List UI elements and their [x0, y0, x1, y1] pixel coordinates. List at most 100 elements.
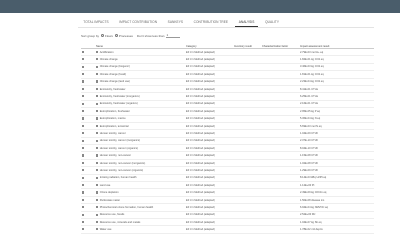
sort-label: Sort group by	[81, 33, 100, 38]
expand-checkbox[interactable]	[82, 176, 85, 179]
row-checkbox[interactable]	[96, 146, 99, 150]
table-row[interactable]: Human toxicity, non-cancer (inorganics) E…	[81, 159, 374, 168]
cutoff-input[interactable]: 1	[166, 33, 181, 38]
table-row[interactable]: Human toxicity, non-cancer (organics) EF …	[81, 166, 374, 175]
row-checkbox[interactable]	[96, 139, 99, 142]
expand-checkbox[interactable]	[82, 146, 85, 150]
table-row[interactable]: Particulate matter EF 3.1 Method (adapted…	[81, 196, 374, 205]
expand-checkbox[interactable]	[82, 95, 85, 98]
row-inventory	[233, 181, 261, 190]
row-checkbox[interactable]	[96, 220, 99, 224]
row-checkbox[interactable]	[96, 117, 99, 120]
row-checkbox[interactable]	[96, 169, 99, 172]
row-checkbox[interactable]	[96, 102, 99, 105]
row-checkbox[interactable]	[96, 198, 99, 201]
row-result: 1.29E-09 CTUh	[299, 166, 374, 175]
expand-checkbox[interactable]	[82, 220, 85, 224]
table-row[interactable]: Ecotoxicity, freshwater EF 3.1 Method (ad…	[81, 85, 374, 94]
row-checkbox[interactable]	[96, 132, 99, 135]
tab-impact-contribution[interactable]: IMPACT CONTRIBUTION	[114, 18, 162, 26]
row-checkbox[interactable]	[96, 161, 99, 164]
table-row[interactable]: Ozone depletion EF 3.1 Method (adapted) 2.…	[81, 188, 374, 197]
table-row[interactable]: Land use EF 3.1 Method (adapted) 1.12E+00 …	[81, 181, 374, 190]
expand-checkbox[interactable]	[82, 80, 85, 83]
row-name-label: Human toxicity, cancer	[99, 131, 126, 135]
tab-analysis[interactable]: ANALYSIS	[233, 18, 259, 27]
row-name-label: Land use	[99, 183, 111, 187]
tab-contribution-tree[interactable]: CONTRIBUTION TREE	[188, 18, 233, 26]
row-checkbox[interactable]	[96, 206, 99, 209]
table-row[interactable]: Ecotoxicity, freshwater (inorganics) EF 3…	[81, 92, 374, 101]
expand-checkbox[interactable]	[82, 213, 85, 216]
expand-checkbox[interactable]	[82, 73, 85, 76]
row-checkbox[interactable]	[96, 87, 99, 91]
table-row[interactable]: Ecotoxicity, freshwater (organics) EF 3.1…	[81, 100, 374, 109]
expand-checkbox[interactable]	[82, 117, 85, 120]
expand-checkbox[interactable]	[82, 102, 85, 105]
row-name-label: Ozone depletion	[99, 191, 119, 195]
row-checkbox[interactable]	[96, 80, 99, 83]
row-checkbox[interactable]	[96, 154, 99, 157]
expand-checkbox[interactable]	[82, 65, 85, 68]
flows-radio[interactable]	[101, 34, 105, 37]
expand-checkbox[interactable]	[82, 110, 85, 113]
row-checkbox[interactable]	[96, 124, 99, 127]
row-result: 1.15E-08 CTUh	[299, 151, 374, 160]
row-characterization	[261, 55, 299, 64]
expand-checkbox[interactable]	[82, 139, 85, 142]
table-row[interactable]: Resource use, minerals and metals EF 3.1 …	[81, 218, 374, 227]
expand-checkbox[interactable]	[82, 191, 85, 194]
row-name-label: Eutrophication, marine	[99, 117, 126, 121]
table-row[interactable]: Eutrophication, terrestrial EF 3.1 Method…	[81, 122, 374, 131]
row-name-label: Particulate matter	[99, 198, 121, 202]
table-row[interactable]: Eutrophication, freshwater EF 3.1 Method …	[81, 107, 374, 116]
table-row[interactable]: Human toxicity, cancer (organics) EF 3.1 …	[81, 144, 374, 153]
row-name: Climate change (biogenic)	[95, 63, 185, 72]
row-checkbox[interactable]	[96, 213, 99, 216]
table-row[interactable]: Human toxicity, cancer (inorganics) EF 3.…	[81, 137, 374, 146]
table-row[interactable]: Human toxicity, non-cancer EF 3.1 Method …	[81, 151, 374, 160]
expand-checkbox[interactable]	[82, 50, 85, 54]
expand-checkbox[interactable]	[82, 87, 85, 91]
row-name: Acidification	[95, 48, 185, 57]
table-row[interactable]: Climate change (fossil) EF 3.1 Method (ad…	[81, 70, 374, 79]
table-row[interactable]: Climate change (biogenic) EF 3.1 Method (…	[81, 63, 374, 72]
expand-checkbox[interactable]	[82, 154, 85, 157]
expand-checkbox[interactable]	[82, 206, 85, 209]
tab-total-impacts[interactable]: TOTAL IMPACTS	[78, 18, 114, 26]
table-row[interactable]: Climate change (land use) EF 3.1 Method (…	[81, 78, 374, 86]
tab-quality[interactable]: QUALITY	[260, 18, 285, 26]
row-checkbox[interactable]	[96, 50, 99, 54]
processes-label: Processes	[118, 33, 133, 38]
expand-checkbox[interactable]	[82, 169, 85, 172]
expand-checkbox[interactable]	[82, 132, 85, 135]
row-checkbox[interactable]	[96, 176, 99, 179]
expand-checkbox[interactable]	[82, 183, 85, 187]
processes-radio[interactable]	[114, 34, 118, 37]
row-checkbox[interactable]	[96, 110, 99, 113]
row-checkbox[interactable]	[96, 183, 99, 187]
table-row[interactable]: Acidification EF 3.1 Method (adapted) 2.79…	[81, 48, 374, 57]
row-name-label: Climate change (biogenic)	[99, 65, 130, 69]
tab-sankeys[interactable]: SANKEYS	[162, 18, 188, 26]
expand-checkbox[interactable]	[82, 124, 85, 127]
row-expand-cell	[81, 48, 95, 57]
expand-checkbox[interactable]	[82, 58, 85, 61]
table-row[interactable]: Water use EF 3.1 Method (adapted) 1.78E-02…	[81, 225, 374, 234]
table-row[interactable]: Human toxicity, cancer EF 3.1 Method (ada…	[81, 129, 374, 138]
table-row[interactable]: Climate change EF 3.1 Method (adapted) 1.8…	[81, 55, 374, 64]
expand-checkbox[interactable]	[82, 161, 85, 164]
row-checkbox[interactable]	[96, 228, 99, 231]
row-checkbox[interactable]	[96, 95, 99, 98]
expand-checkbox[interactable]	[82, 198, 85, 201]
table-row[interactable]: Ionising radiation, human health EF 3.1 M…	[81, 174, 374, 183]
row-checkbox[interactable]	[96, 58, 99, 61]
row-checkbox[interactable]	[96, 73, 99, 76]
row-name: Particulate matter	[95, 196, 185, 205]
row-checkbox[interactable]	[96, 191, 99, 194]
table-row[interactable]: Eutrophication, marine EF 3.1 Method (ada…	[81, 115, 374, 123]
expand-checkbox[interactable]	[82, 228, 85, 231]
table-row[interactable]: Photochemical ozone formation, human hea…	[81, 203, 374, 212]
row-checkbox[interactable]	[96, 65, 99, 68]
table-row[interactable]: Resource use, fossils EF 3.1 Method (adap…	[81, 211, 374, 220]
